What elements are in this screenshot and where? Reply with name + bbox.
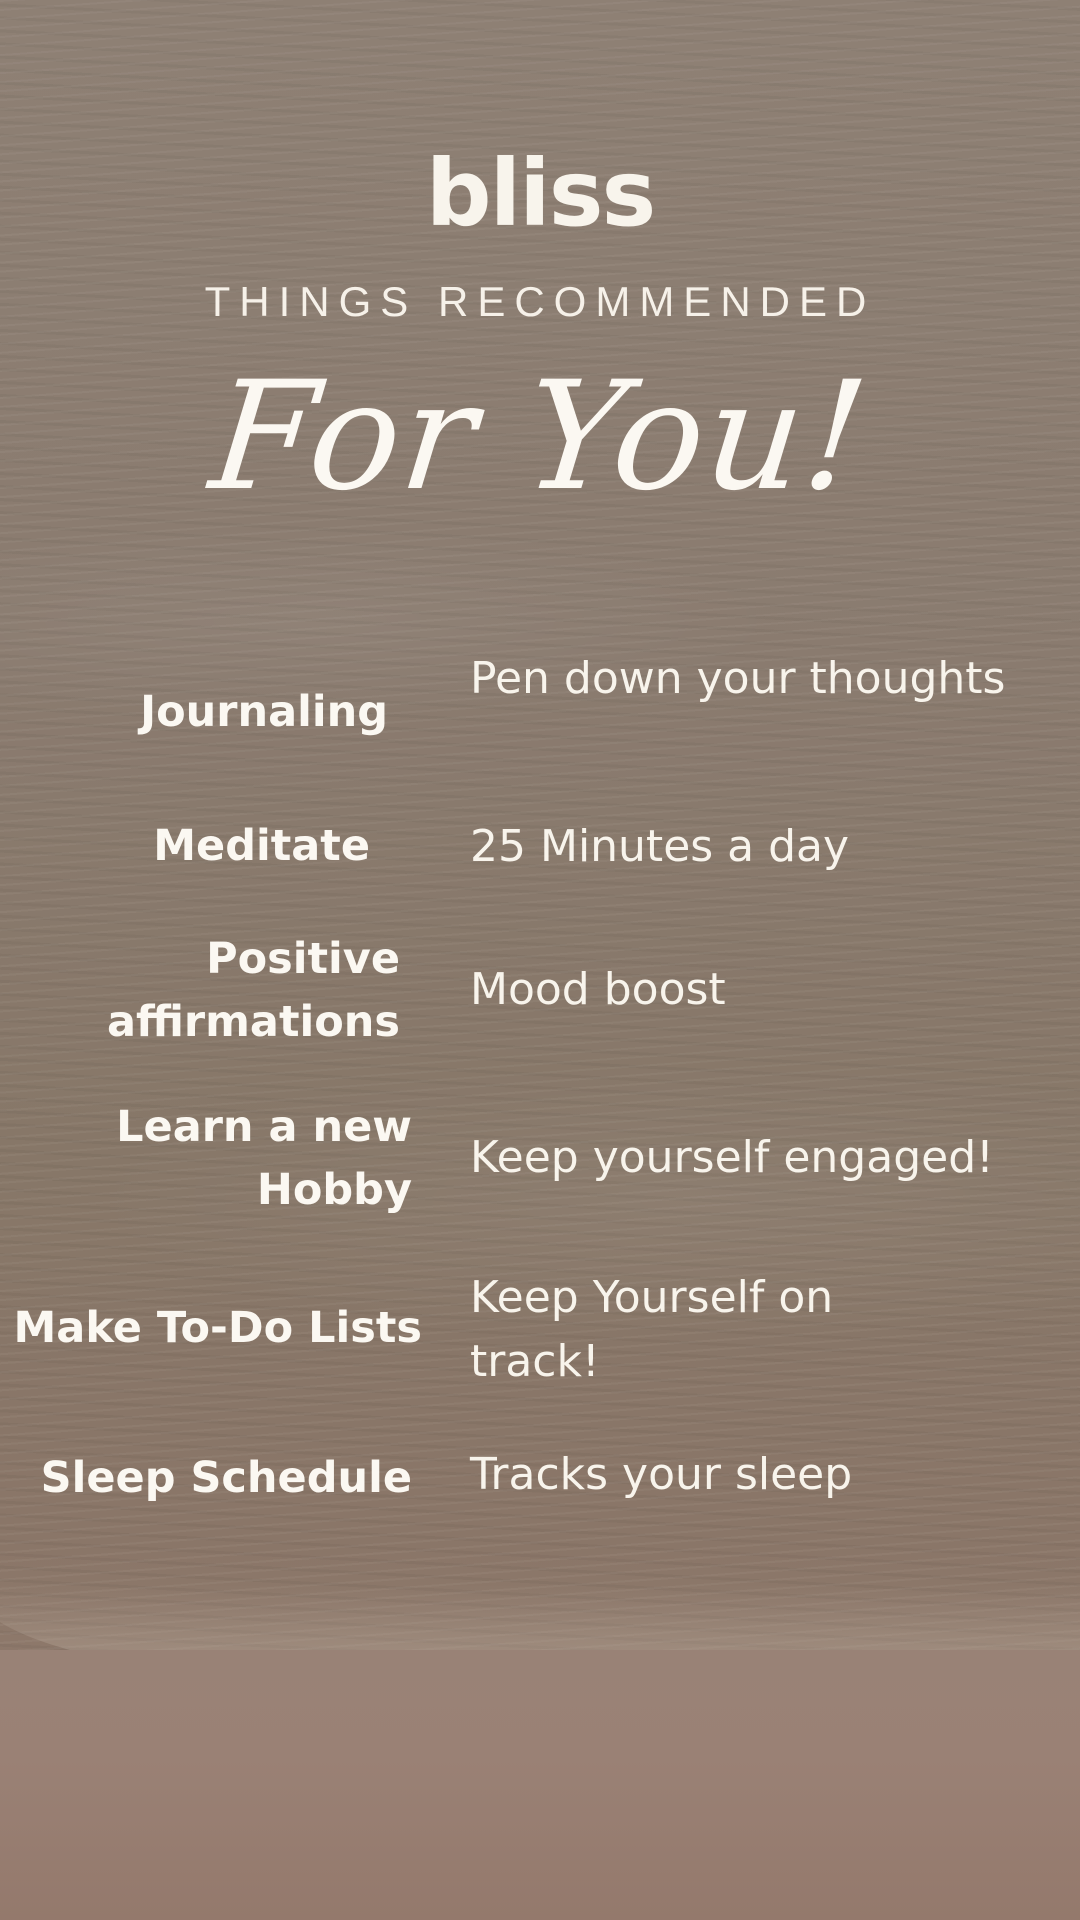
item-label: Make To-Do Lists [13, 1303, 422, 1353]
bliss-logo: bliss [425, 140, 656, 247]
item-label: Sleep Schedule [40, 1453, 412, 1503]
page-headline: For You! [203, 350, 877, 524]
item-description: Tracks your sleep [470, 1449, 853, 1500]
item-description: 25 Minutes a day [470, 821, 850, 872]
sand-area [0, 1650, 1080, 1920]
item-description: Keep yourself engaged! [470, 1132, 994, 1183]
item-label: Learn a new Hobby [116, 1102, 412, 1215]
item-description: Keep Yourself on track! [470, 1272, 834, 1387]
item-label: Positive affirmations [106, 934, 400, 1047]
item-description: Mood boost [470, 964, 726, 1015]
item-description: Pen down your thoughts [470, 653, 1006, 704]
page-subtitle: THINGS RECOMMENDED [204, 278, 876, 325]
item-label: Meditate [153, 821, 370, 871]
item-label: Journaling [140, 687, 388, 737]
